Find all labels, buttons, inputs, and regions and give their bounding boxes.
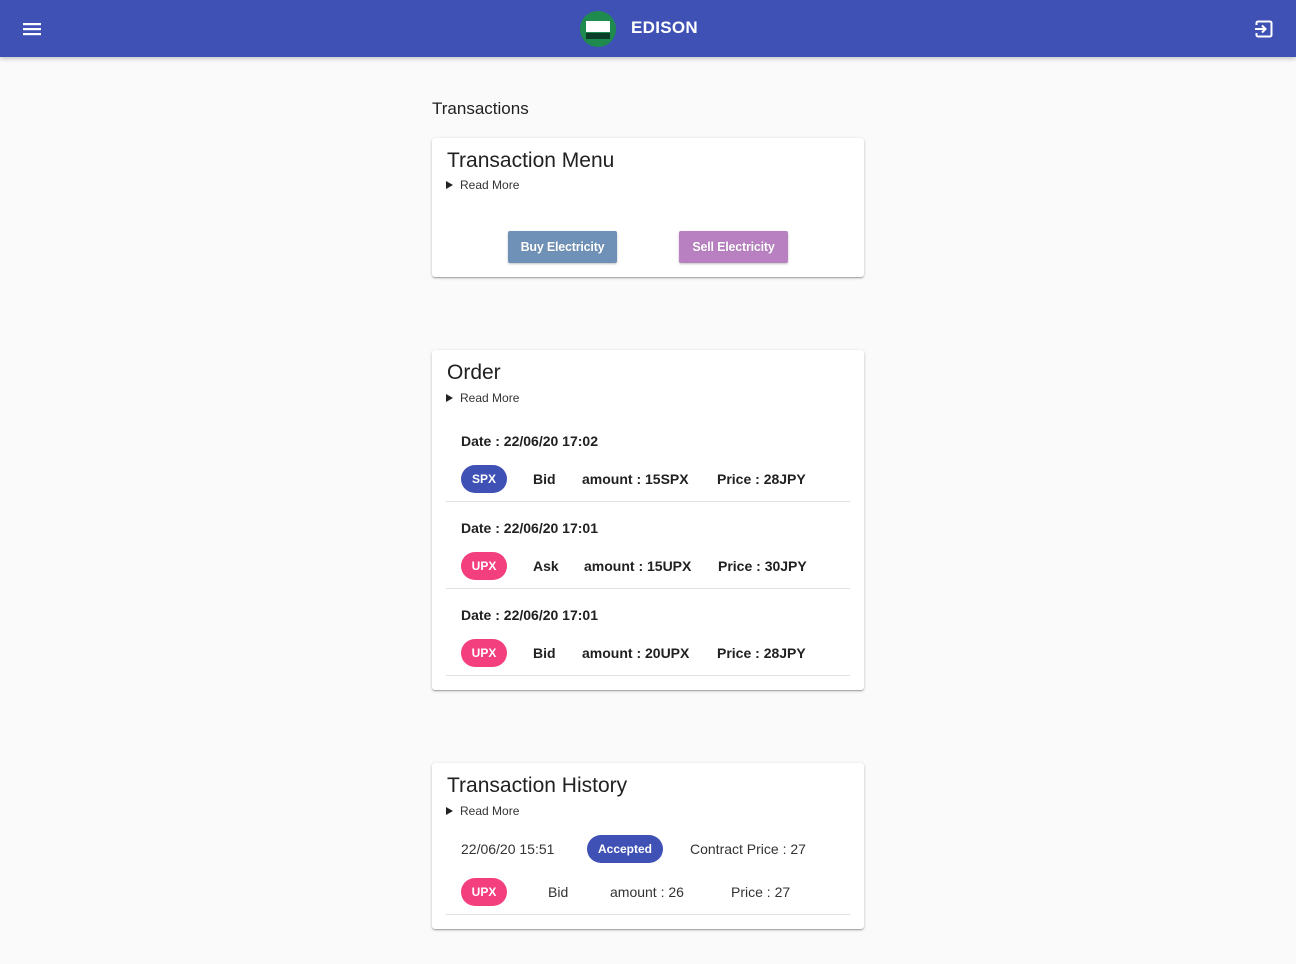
token-chip: SPX (461, 465, 507, 493)
top-app-bar: EDISON (0, 0, 1296, 57)
menu-icon (23, 23, 41, 36)
history-row: 22/06/20 15:51 Accepted Contract Price :… (446, 829, 850, 915)
menu-button[interactable] (17, 14, 47, 44)
logout-button[interactable] (1250, 15, 1278, 43)
sell-electricity-button[interactable]: Sell Electricity (679, 231, 788, 263)
disclosure-triangle-icon (446, 181, 453, 189)
card-title: Order (447, 361, 501, 384)
order-price: Price : 28JPY (717, 645, 806, 661)
order-amount: amount : 15UPX (584, 558, 692, 574)
order-date: Date : 22/06/20 17:01 (461, 607, 598, 623)
history-side: Bid (548, 884, 569, 900)
order-side: Ask (533, 558, 559, 574)
read-more-toggle[interactable]: Read More (446, 178, 519, 192)
history-amount: amount : 26 (610, 884, 684, 900)
disclosure-triangle-icon (446, 807, 453, 815)
order-amount: amount : 20UPX (582, 645, 690, 661)
read-more-label: Read More (460, 391, 520, 405)
read-more-toggle[interactable]: Read More (446, 391, 519, 405)
order-side: Bid (533, 645, 556, 661)
buy-electricity-button[interactable]: Buy Electricity (508, 231, 617, 263)
token-chip: UPX (461, 878, 507, 906)
read-more-label: Read More (460, 178, 520, 192)
contract-price: Contract Price : 27 (690, 841, 806, 857)
token-chip: UPX (461, 552, 507, 580)
order-price: Price : 30JPY (718, 558, 807, 574)
order-row: Date : 22/06/20 17:01 UPX Bid amount : 2… (446, 589, 850, 676)
order-card: Order Read More Date : 22/06/20 17:02 SP… (432, 350, 864, 690)
token-chip: UPX (461, 639, 507, 667)
read-more-label: Read More (460, 804, 520, 818)
history-date: 22/06/20 15:51 (461, 841, 555, 857)
app-brand-name: EDISON (631, 18, 698, 37)
read-more-toggle[interactable]: Read More (446, 804, 519, 818)
order-price: Price : 28JPY (717, 471, 806, 487)
page-title: Transactions (432, 99, 529, 118)
transaction-menu-card: Transaction Menu Read More Buy Electrici… (432, 138, 864, 277)
order-row: Date : 22/06/20 17:01 UPX Ask amount : 1… (446, 502, 850, 589)
app-logo (580, 11, 616, 47)
exit-to-app-icon (1255, 20, 1273, 38)
order-side: Bid (533, 471, 556, 487)
order-date: Date : 22/06/20 17:01 (461, 520, 598, 536)
history-price: Price : 27 (731, 884, 791, 900)
order-row: Date : 22/06/20 17:02 SPX Bid amount : 1… (446, 415, 850, 502)
card-title: Transaction Menu (447, 149, 615, 172)
disclosure-triangle-icon (446, 394, 453, 402)
order-date: Date : 22/06/20 17:02 (461, 433, 598, 449)
card-title: Transaction History (447, 774, 628, 797)
transaction-history-card: Transaction History Read More 22/06/20 1… (432, 763, 864, 929)
status-badge: Accepted (587, 835, 663, 863)
order-amount: amount : 15SPX (582, 471, 689, 487)
